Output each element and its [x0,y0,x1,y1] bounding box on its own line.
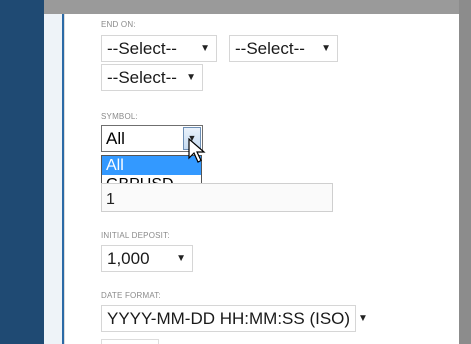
symbol-select-value: All [106,129,125,148]
lot-size-input[interactable]: 1 [101,183,333,212]
lot-size-value: 1 [106,191,115,208]
chevron-down-icon: ▼ [321,43,331,54]
date-format-value: YYYY-MM-DD HH:MM:SS (ISO) [107,308,351,328]
initial-deposit-select[interactable]: 1,000 ▼ [101,245,193,272]
chevron-down-icon: ▼ [186,72,196,83]
date-format-label: DATE FORMAT: [101,291,161,300]
window-frame-top [0,0,471,14]
mouse-pointer-icon [188,138,206,163]
symbol-label: SYMBOL: [101,112,138,121]
chevron-down-icon: ▼ [358,313,368,324]
chevron-down-icon: ▼ [200,43,210,54]
initial-deposit-label: INITIAL DEPOSIT: [101,231,170,240]
initial-deposit-value: 1,000 [107,248,150,268]
symbol-option-all[interactable]: All [102,156,201,175]
end-on-select-2[interactable]: --Select-- ▼ [229,35,338,62]
end-on-select-1-value: --Select-- [107,38,177,58]
end-on-select-3[interactable]: --Select-- ▼ [101,64,203,91]
chevron-down-icon: ▼ [176,253,186,264]
window-frame-right [459,0,471,344]
end-on-label: END ON: [101,20,136,29]
next-field-edge [101,339,159,344]
end-on-select-2-value: --Select-- [235,38,305,58]
end-on-select-1[interactable]: --Select-- ▼ [101,35,217,62]
end-on-select-3-value: --Select-- [107,67,177,87]
date-format-select[interactable]: YYYY-MM-DD HH:MM:SS (ISO) ▼ [101,305,368,332]
left-gutter [44,14,64,344]
left-sidebar-bar [0,0,44,344]
